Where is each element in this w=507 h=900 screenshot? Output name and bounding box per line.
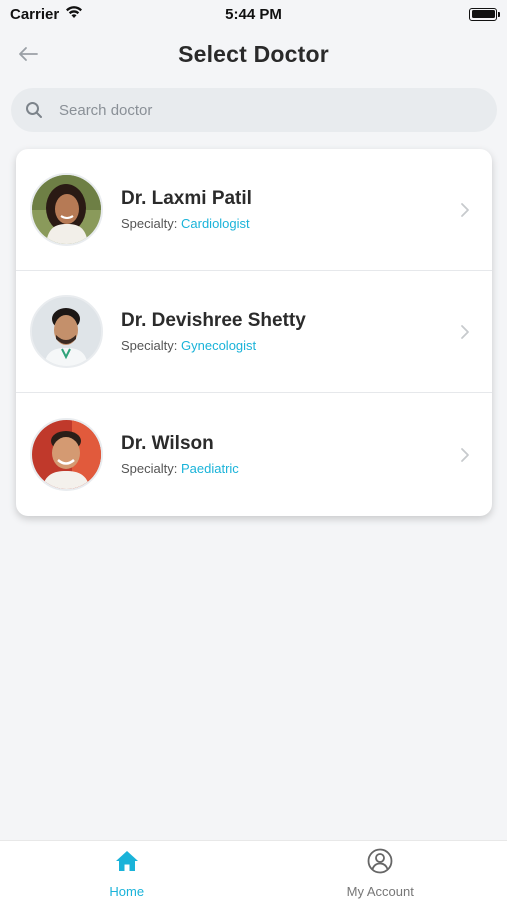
battery-icon bbox=[469, 7, 500, 21]
chevron-right-icon bbox=[461, 324, 469, 339]
status-left: Carrier bbox=[10, 5, 83, 23]
status-bar: Carrier 5:44 PM bbox=[0, 0, 507, 28]
tab-my-account-label: My Account bbox=[346, 884, 414, 899]
specialty-value: Gynecologist bbox=[181, 338, 257, 353]
search-input[interactable] bbox=[59, 88, 483, 132]
doctor-name: Dr. Wilson bbox=[121, 433, 214, 454]
doctor-list-item[interactable]: Dr. Laxmi Patil Specialty: Cardiologist bbox=[16, 149, 492, 271]
doctor-specialty: Specialty: Gynecologist bbox=[121, 338, 478, 353]
carrier-label: Carrier bbox=[10, 5, 60, 23]
tab-home[interactable]: Home bbox=[0, 841, 254, 900]
doctor-avatar bbox=[30, 418, 103, 491]
back-button[interactable] bbox=[14, 40, 42, 68]
doctor-info: Dr. Wilson Specialty: Paediatric bbox=[121, 433, 478, 476]
doctor-specialty: Specialty: Cardiologist bbox=[121, 216, 478, 231]
doctor-name: Dr. Devishree Shetty bbox=[121, 310, 306, 331]
specialty-label: Specialty: bbox=[121, 216, 178, 231]
home-icon bbox=[114, 848, 140, 874]
specialty-label: Specialty: bbox=[121, 338, 178, 353]
doctor-list-item[interactable]: Dr. Devishree Shetty Specialty: Gynecolo… bbox=[16, 271, 492, 393]
page-title: Select Doctor bbox=[178, 40, 329, 67]
doctor-avatar bbox=[30, 173, 103, 246]
tab-bar: Home My Account bbox=[0, 840, 507, 900]
chevron-right-icon bbox=[461, 202, 469, 217]
doctor-list-item[interactable]: Dr. Wilson Specialty: Paediatric bbox=[16, 393, 492, 516]
header: Select Doctor bbox=[0, 32, 507, 76]
search-bar[interactable] bbox=[11, 88, 497, 132]
specialty-value: Paediatric bbox=[181, 461, 239, 476]
chevron-right-icon bbox=[461, 447, 469, 462]
tab-my-account[interactable]: My Account bbox=[254, 841, 507, 900]
wifi-icon bbox=[65, 5, 83, 23]
arrow-left-icon bbox=[19, 47, 38, 61]
tab-home-label: Home bbox=[109, 884, 145, 899]
doctor-info: Dr. Laxmi Patil Specialty: Cardiologist bbox=[121, 188, 478, 231]
user-circle-icon bbox=[367, 848, 393, 874]
specialty-value: Cardiologist bbox=[181, 216, 250, 231]
doctor-list: Dr. Laxmi Patil Specialty: Cardiologist … bbox=[16, 149, 492, 516]
doctor-info: Dr. Devishree Shetty Specialty: Gynecolo… bbox=[121, 310, 478, 353]
doctor-name: Dr. Laxmi Patil bbox=[121, 188, 252, 209]
doctor-specialty: Specialty: Paediatric bbox=[121, 461, 478, 476]
search-icon bbox=[25, 101, 43, 119]
doctor-avatar bbox=[30, 295, 103, 368]
specialty-label: Specialty: bbox=[121, 461, 178, 476]
